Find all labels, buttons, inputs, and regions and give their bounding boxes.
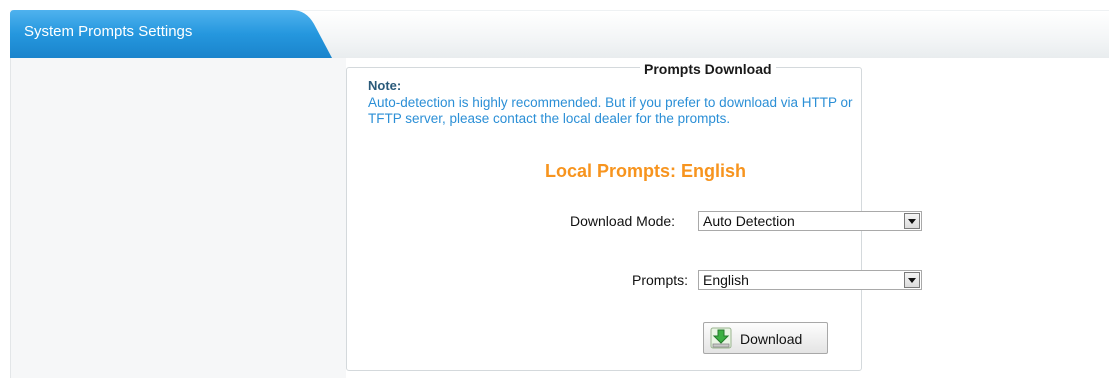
download-mode-select[interactable]: Auto Detection — [698, 211, 922, 231]
download-icon — [710, 327, 732, 349]
left-pane — [10, 58, 347, 378]
local-prompts-status: Local Prompts: English — [545, 161, 747, 181]
prompts-label: Prompts: — [632, 272, 689, 288]
chevron-down-icon[interactable] — [904, 272, 920, 288]
panel-legend: Prompts Download — [640, 60, 776, 78]
system-prompts-page: System Prompts Settings Prompts Download… — [0, 0, 1109, 378]
prompts-value: English — [703, 272, 749, 288]
download-button-label: Download — [740, 331, 803, 347]
download-button[interactable]: Download — [703, 322, 828, 354]
prompts-select[interactable]: English — [698, 270, 922, 290]
section-tab-label: System Prompts Settings — [24, 23, 193, 40]
note-title: Note: — [368, 78, 402, 93]
download-mode-value: Auto Detection — [703, 213, 795, 229]
note-text: Auto-detection is highly recommended. Bu… — [368, 95, 853, 126]
chevron-down-icon[interactable] — [904, 213, 920, 229]
download-mode-label: Download Mode: — [570, 213, 676, 229]
